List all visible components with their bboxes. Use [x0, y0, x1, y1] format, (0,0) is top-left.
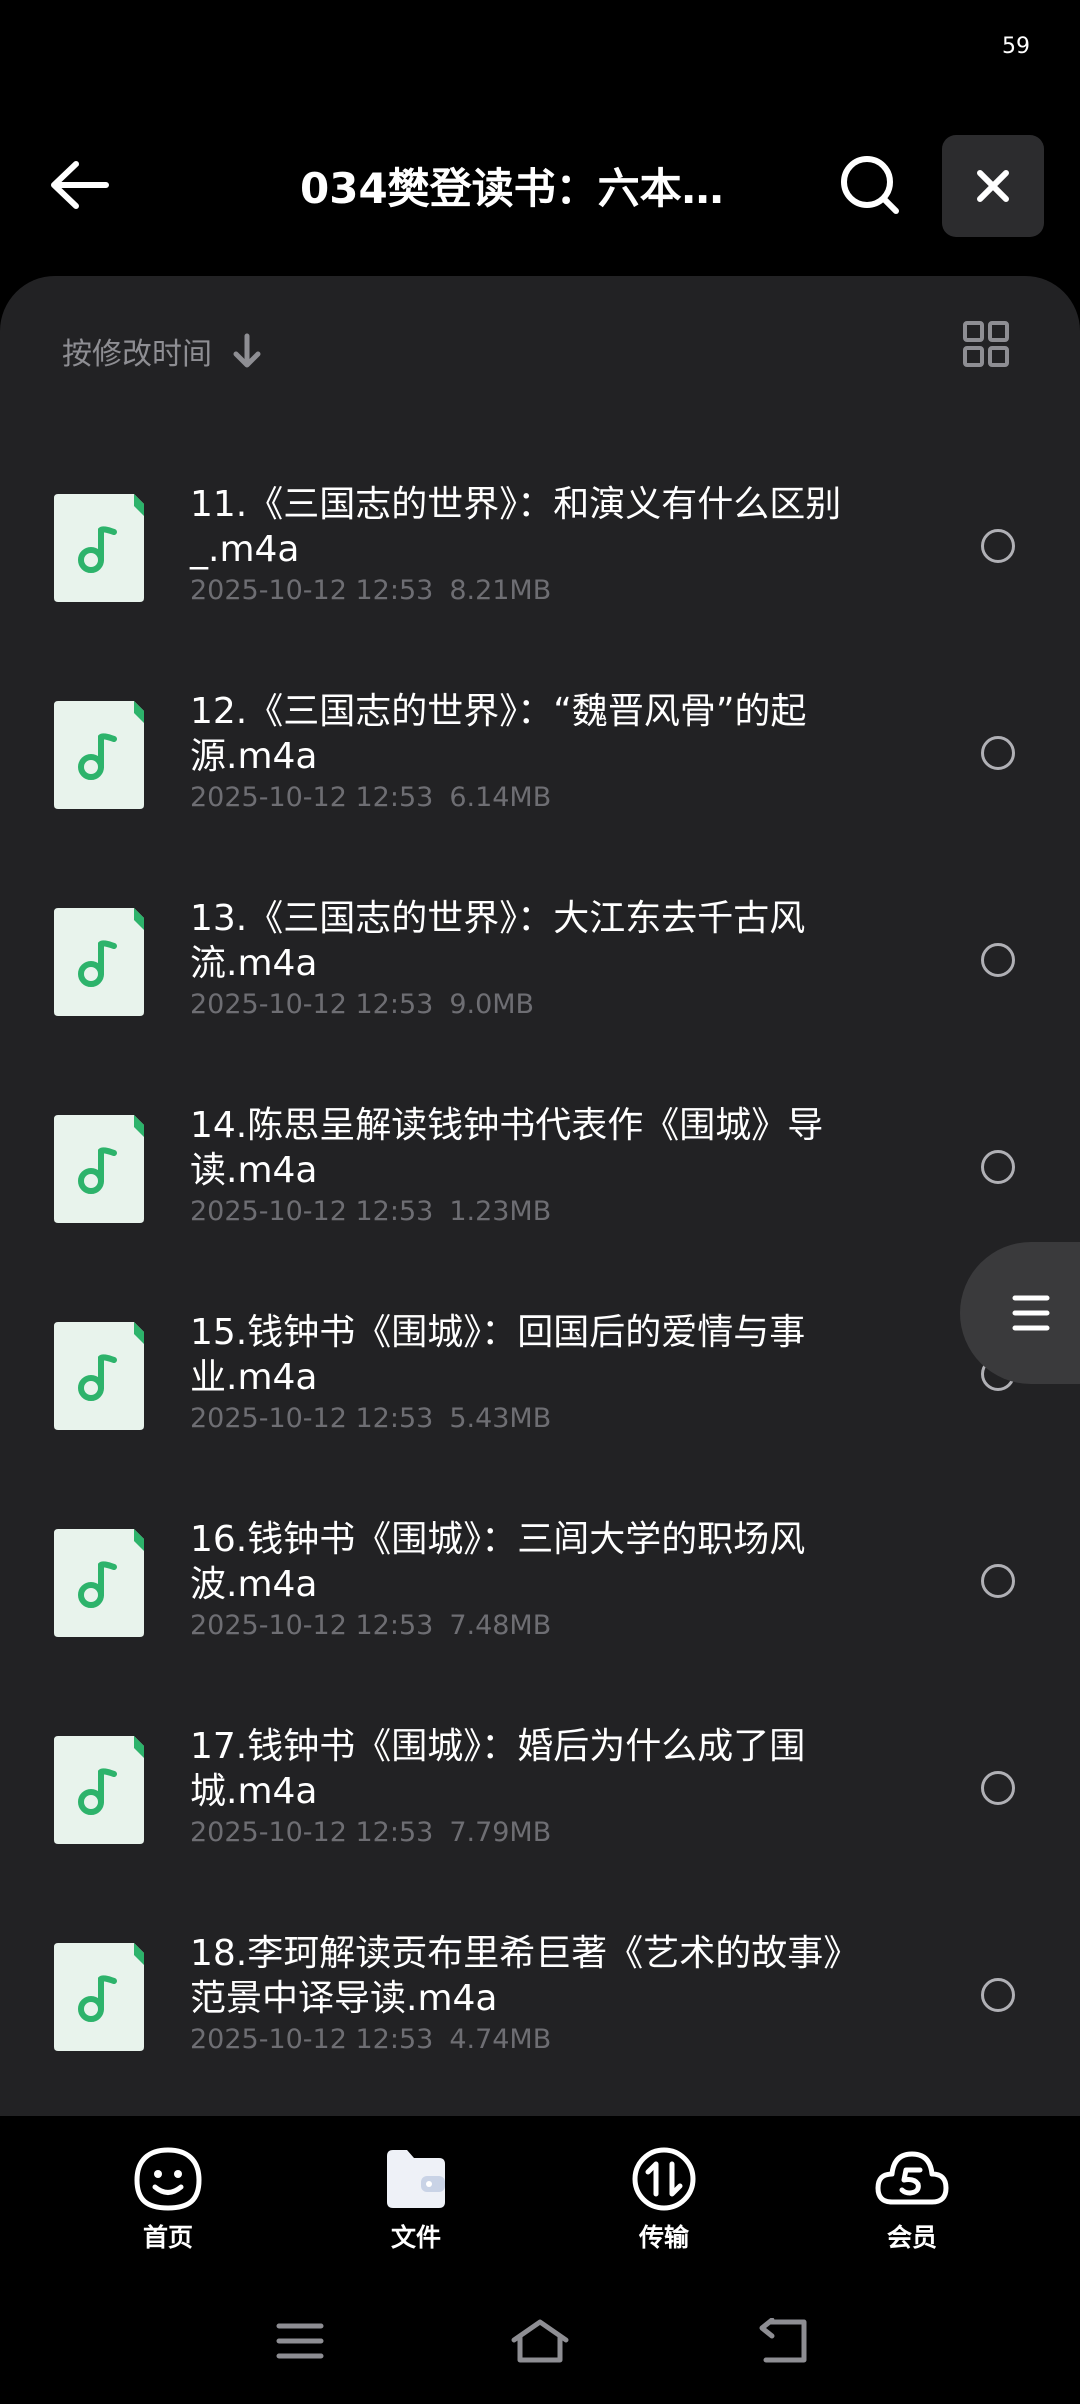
menu-icon — [276, 2323, 324, 2359]
system-menu-button[interactable] — [270, 2316, 330, 2366]
file-row[interactable]: 13.《三国志的世界》：大江东去千古风流.m4a 2025-10-12 12:53… — [0, 870, 1080, 1077]
back-button[interactable] — [40, 150, 120, 220]
search-button[interactable] — [835, 150, 905, 220]
file-date: 2025-10-12 12:53 — [190, 1196, 434, 1227]
file-size: 7.48MB — [449, 1610, 552, 1641]
arrow-down-icon — [233, 333, 261, 368]
system-back-button[interactable] — [752, 2316, 812, 2366]
nav-vip-label: 会员 — [886, 2223, 937, 2252]
close-button[interactable] — [942, 135, 1044, 237]
nav-files[interactable]: 文件 — [346, 2146, 486, 2266]
nav-vip[interactable]: 会员 — [842, 2146, 982, 2266]
battery-level: 59 — [1002, 34, 1030, 59]
audio-file-icon — [54, 1943, 144, 2051]
file-date: 2025-10-12 12:53 — [190, 1817, 434, 1848]
file-size: 1.23MB — [449, 1196, 552, 1227]
arrow-left-icon — [51, 161, 109, 209]
file-row[interactable]: 14.陈思呈解读钱钟书代表作《围城》导读.m4a 2025-10-12 12:53… — [0, 1077, 1080, 1284]
audio-file-icon — [54, 1529, 144, 1637]
select-radio[interactable] — [981, 1150, 1015, 1184]
nav-transfer[interactable]: 传输 — [594, 2146, 734, 2266]
sort-selector[interactable]: 按修改时间 — [62, 326, 262, 376]
audio-file-icon — [54, 1322, 144, 1430]
grid-view-icon[interactable] — [962, 320, 1010, 368]
status-bar: 59 — [0, 0, 1080, 100]
file-date: 2025-10-12 12:53 — [190, 575, 434, 606]
audio-file-icon — [54, 1115, 144, 1223]
file-row[interactable]: 16.钱钟书《围城》：三闾大学的职场风波.m4a 2025-10-12 12:53… — [0, 1491, 1080, 1698]
bottom-nav: 首页 文件 传输 会员 — [0, 2116, 1080, 2266]
file-panel: 按修改时间 11.《三国志的世界》：和演义有什么区别_.m4a 2025-10-1… — [0, 276, 1080, 2116]
file-size: 9.0MB — [449, 989, 535, 1020]
menu-icon — [1012, 1295, 1050, 1331]
select-radio[interactable] — [981, 529, 1015, 563]
file-size: 7.79MB — [449, 1817, 552, 1848]
file-size: 4.74MB — [449, 2024, 552, 2055]
transfer-icon — [632, 2147, 696, 2211]
file-list: 11.《三国志的世界》：和演义有什么区别_.m4a 2025-10-12 12:5… — [0, 456, 1080, 2112]
file-name: 11.《三国志的世界》：和演义有什么区别_.m4a — [190, 484, 842, 570]
file-meta: 2025-10-12 12:53 7.79MB — [190, 1817, 551, 1848]
file-meta: 2025-10-12 12:53 8.21MB — [190, 575, 551, 606]
file-row[interactable]: 15.钱钟书《围城》：回国后的爱情与事业.m4a 2025-10-12 12:53… — [0, 1284, 1080, 1491]
file-name: 16.钱钟书《围城》：三闾大学的职场风波.m4a — [190, 1519, 806, 1605]
nav-home[interactable]: 首页 — [98, 2146, 238, 2266]
folder-icon — [387, 2150, 445, 2208]
audio-file-icon — [54, 494, 144, 602]
search-icon — [841, 156, 899, 214]
file-name: 15.钱钟书《围城》：回国后的爱情与事业.m4a — [190, 1312, 806, 1398]
select-radio[interactable] — [981, 736, 1015, 770]
file-row[interactable]: 18.李珂解读贡布里希巨著《艺术的故事》范景中译导读.m4a 2025-10-12… — [0, 1905, 1080, 2112]
file-date: 2025-10-12 12:53 — [190, 1610, 434, 1641]
file-name: 18.李珂解读贡布里希巨著《艺术的故事》范景中译导读.m4a — [190, 1933, 860, 2019]
file-meta: 2025-10-12 12:53 9.0MB — [190, 989, 534, 1020]
select-radio[interactable] — [981, 1771, 1015, 1805]
file-date: 2025-10-12 12:53 — [190, 1403, 434, 1434]
page-title: 034樊登读书：六本… — [300, 164, 724, 213]
file-meta: 2025-10-12 12:53 5.43MB — [190, 1403, 551, 1434]
file-meta: 2025-10-12 12:53 4.74MB — [190, 2024, 551, 2055]
file-size: 5.43MB — [449, 1403, 552, 1434]
smile-face-icon — [134, 2147, 202, 2211]
back-icon — [759, 2318, 807, 2363]
audio-file-icon — [54, 908, 144, 1016]
nav-files-label: 文件 — [390, 2223, 441, 2252]
file-meta: 2025-10-12 12:53 6.14MB — [190, 782, 551, 813]
file-size: 8.21MB — [449, 575, 552, 606]
home-icon — [511, 2319, 569, 2363]
cloud-vip-icon — [875, 2151, 949, 2205]
file-row[interactable]: 11.《三国志的世界》：和演义有什么区别_.m4a 2025-10-12 12:5… — [0, 456, 1080, 663]
system-home-button[interactable] — [510, 2316, 570, 2366]
file-name: 13.《三国志的世界》：大江东去千古风流.m4a — [190, 898, 806, 984]
file-size: 6.14MB — [449, 782, 552, 813]
file-date: 2025-10-12 12:53 — [190, 2024, 434, 2055]
file-date: 2025-10-12 12:53 — [190, 782, 434, 813]
select-radio[interactable] — [981, 1978, 1015, 2012]
audio-file-icon — [54, 1736, 144, 1844]
sort-label: 按修改时间 — [62, 337, 212, 372]
file-meta: 2025-10-12 12:53 1.23MB — [190, 1196, 551, 1227]
header: 034樊登读书：六本… — [0, 120, 1080, 250]
nav-transfer-label: 传输 — [638, 2223, 689, 2252]
file-row[interactable]: 12.《三国志的世界》：“魏晋风骨”的起源.m4a 2025-10-12 12:5… — [0, 663, 1080, 870]
file-name: 14.陈思呈解读钱钟书代表作《围城》导读.m4a — [190, 1105, 824, 1191]
file-name: 12.《三国志的世界》：“魏晋风骨”的起源.m4a — [190, 691, 807, 777]
nav-home-label: 首页 — [142, 2223, 193, 2252]
audio-file-icon — [54, 701, 144, 809]
select-radio[interactable] — [981, 943, 1015, 977]
file-row[interactable]: 17.钱钟书《围城》：婚后为什么成了围城.m4a 2025-10-12 12:53… — [0, 1698, 1080, 1905]
system-nav-bar — [0, 2296, 1080, 2386]
close-icon — [977, 170, 1009, 202]
file-meta: 2025-10-12 12:53 7.48MB — [190, 1610, 551, 1641]
file-date: 2025-10-12 12:53 — [190, 989, 434, 1020]
file-name: 17.钱钟书《围城》：婚后为什么成了围城.m4a — [190, 1726, 806, 1812]
select-radio[interactable] — [981, 1564, 1015, 1598]
